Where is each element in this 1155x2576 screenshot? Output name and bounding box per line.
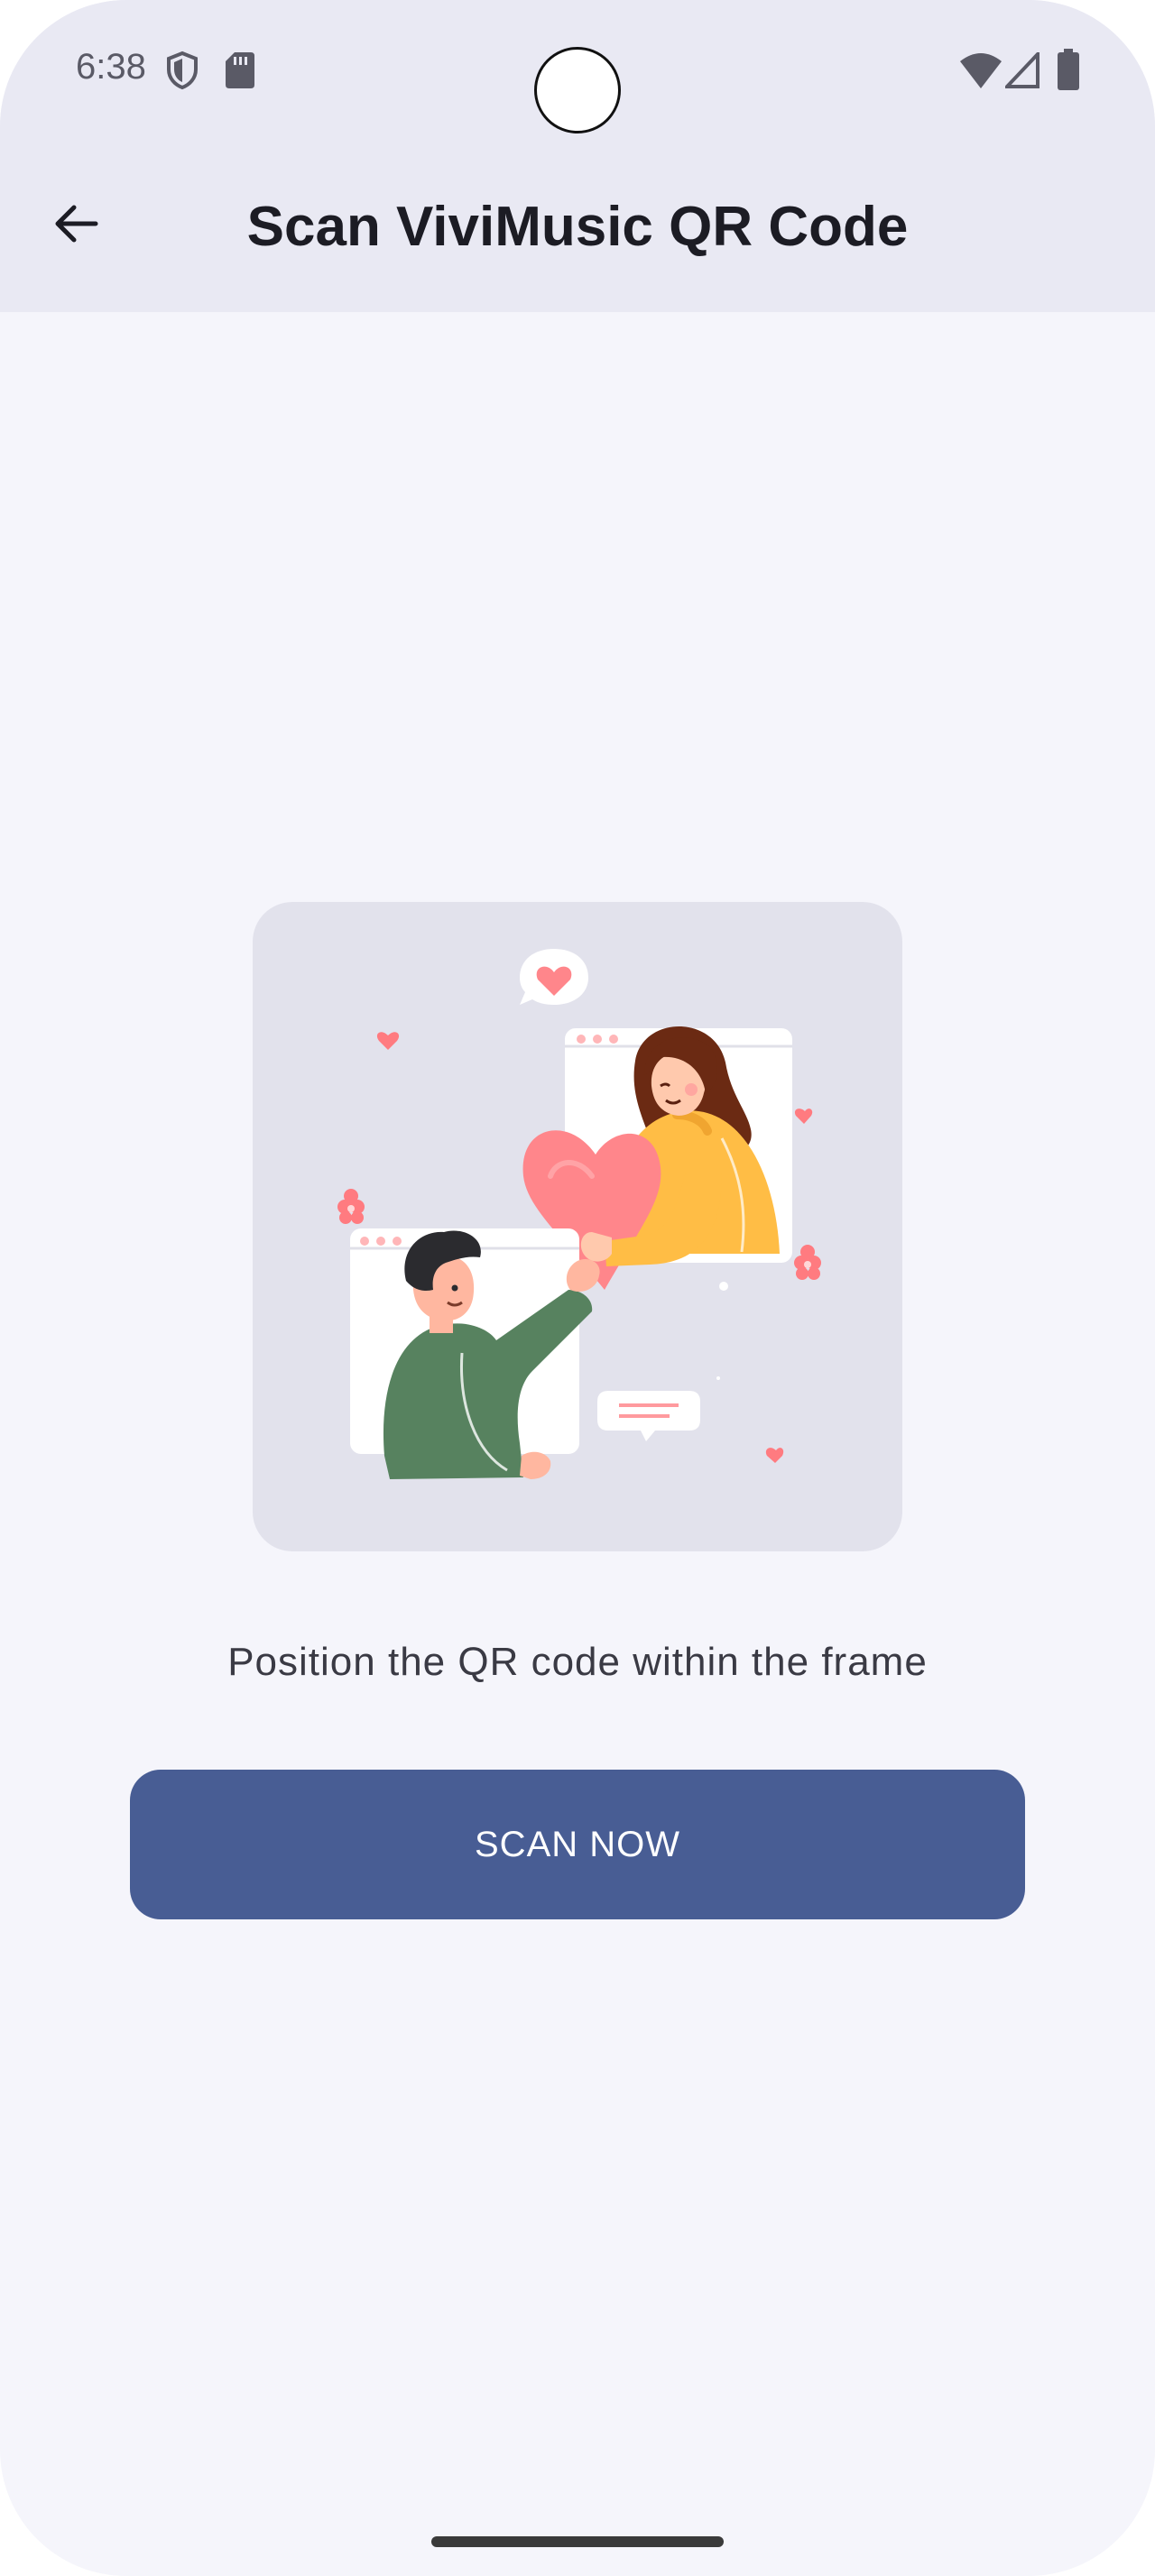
signal-icon — [1005, 52, 1040, 88]
illustration-card — [253, 902, 902, 1551]
two-people-sharing-heart-illustration — [337, 949, 821, 1479]
battery-icon — [1058, 49, 1079, 90]
page-title: Scan ViviMusic QR Code — [246, 196, 909, 258]
sd-card-icon — [226, 52, 254, 88]
phone-screen: 6:38 Scan ViviMusic QR Code Position the… — [0, 0, 1155, 2576]
front-camera — [534, 47, 621, 133]
status-time: 6:38 — [76, 47, 146, 87]
wifi-icon — [960, 53, 1002, 88]
scan-instruction: Position the QR code within the frame — [227, 1640, 928, 1684]
shield-icon — [167, 51, 198, 90]
scan-now-button[interactable]: SCAN NOW — [130, 1770, 1025, 1919]
gesture-home-bar[interactable] — [431, 2536, 724, 2547]
top-app-bar: 6:38 Scan ViviMusic QR Code — [0, 0, 1155, 312]
